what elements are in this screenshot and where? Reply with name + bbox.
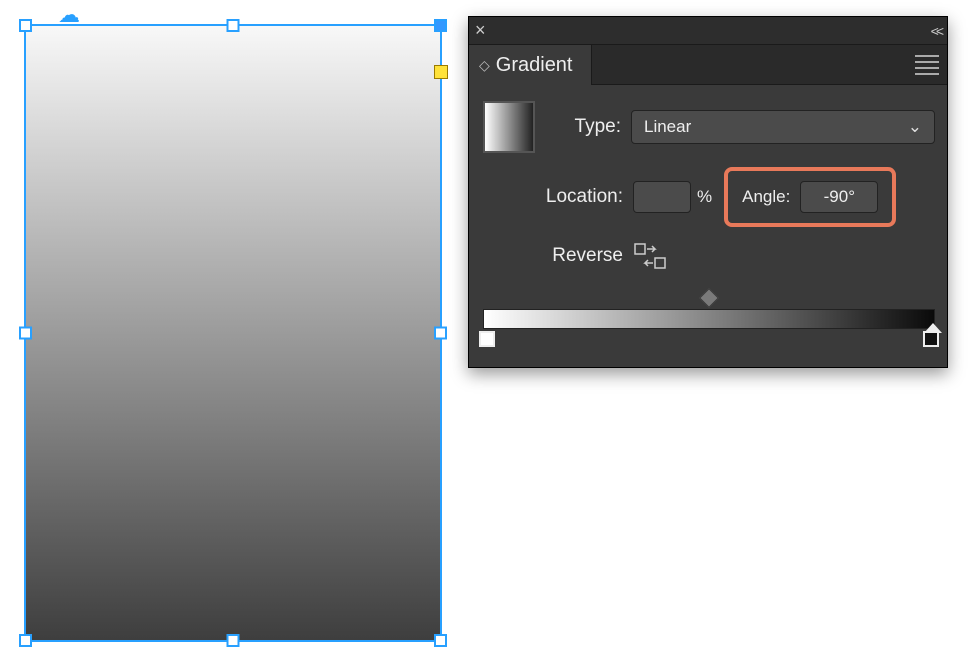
angle-input[interactable] [800, 181, 878, 213]
panel-body: Type: Linear ⌄ Location: % Angle: Revers… [469, 85, 947, 367]
resize-handle-s[interactable] [227, 634, 240, 647]
type-value: Linear [644, 117, 691, 137]
resize-handle-nw[interactable] [19, 19, 32, 32]
location-label: Location: [483, 186, 633, 208]
close-icon[interactable]: × [475, 20, 486, 41]
gradient-panel: × << ◇ Gradient Type: Linear ⌄ Location:… [468, 16, 948, 368]
resize-handle-e[interactable] [434, 327, 447, 340]
collapse-icon[interactable]: << [931, 23, 941, 39]
midpoint-handle[interactable] [699, 288, 719, 308]
resize-handle-ne[interactable] [434, 19, 447, 32]
angle-label: Angle: [742, 187, 790, 207]
chevron-down-icon: ⌄ [908, 117, 922, 137]
gradient-stop-end[interactable] [923, 331, 939, 347]
panel-topbar: × << [469, 17, 947, 45]
resize-handle-w[interactable] [19, 327, 32, 340]
stop-pointer-icon [924, 323, 942, 333]
panel-tabs: ◇ Gradient [469, 45, 947, 85]
panel-menu-icon[interactable] [915, 55, 939, 75]
resize-handle-n[interactable] [227, 19, 240, 32]
gradient-bar[interactable] [483, 309, 935, 329]
reverse-label: Reverse [483, 245, 633, 267]
cloud-icon: ☁ [58, 4, 80, 26]
resize-handle-sw[interactable] [19, 634, 32, 647]
gradient-swatch[interactable] [483, 101, 535, 153]
type-select[interactable]: Linear ⌄ [631, 110, 935, 144]
angle-group-highlight: Angle: [724, 167, 896, 227]
resize-handle-se[interactable] [434, 634, 447, 647]
tab-gradient[interactable]: ◇ Gradient [469, 45, 592, 85]
reverse-button[interactable] [633, 241, 667, 271]
gradient-tab-icon: ◇ [479, 58, 490, 72]
tab-label: Gradient [496, 54, 573, 77]
selected-shape[interactable]: ☁ [24, 24, 442, 642]
reverse-icon [633, 241, 667, 271]
location-input[interactable] [633, 181, 691, 213]
location-unit: % [697, 187, 712, 207]
gradient-stop-start[interactable] [479, 331, 495, 347]
gradient-slider[interactable] [483, 297, 935, 349]
tab-fill [592, 45, 948, 85]
type-label: Type: [559, 116, 631, 138]
corner-radius-handle[interactable] [434, 65, 448, 79]
